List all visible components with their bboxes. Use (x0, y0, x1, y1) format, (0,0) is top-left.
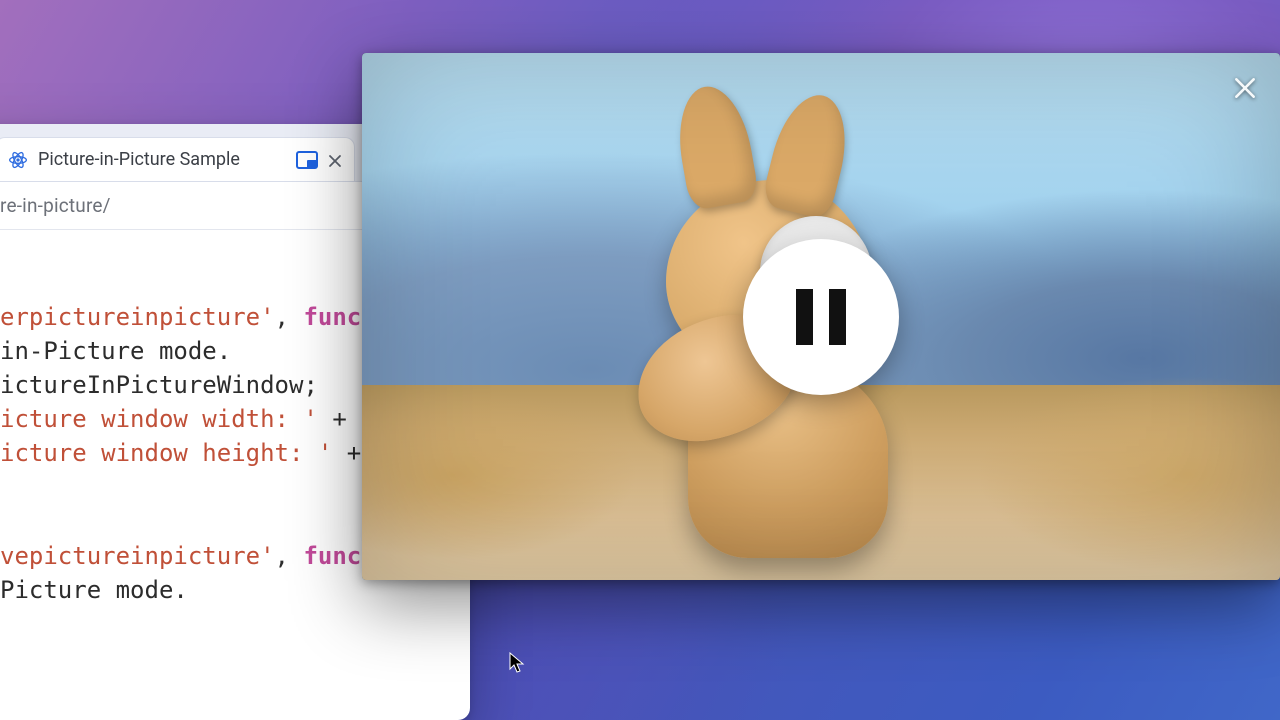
pause-icon (796, 289, 813, 345)
pause-icon (829, 289, 846, 345)
react-icon (8, 150, 28, 170)
url-fragment: re-in-picture/ (0, 194, 111, 217)
pause-button[interactable] (743, 239, 899, 395)
close-icon[interactable] (1232, 75, 1258, 101)
pip-indicator-icon (296, 151, 318, 169)
browser-tab-active[interactable]: Picture-in-Picture Sample (0, 137, 355, 181)
pip-window[interactable] (362, 53, 1280, 580)
tab-title: Picture-in-Picture Sample (38, 149, 286, 170)
close-icon[interactable] (328, 153, 342, 167)
